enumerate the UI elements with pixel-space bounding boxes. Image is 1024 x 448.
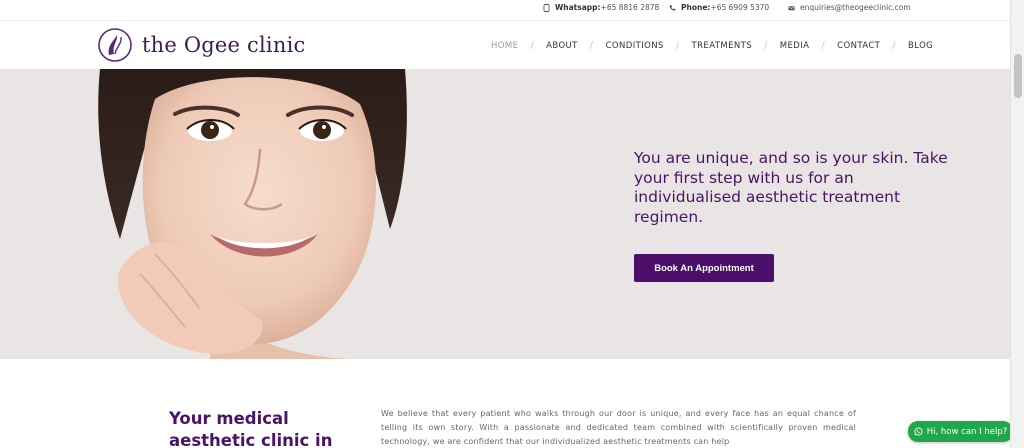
chat-label: Hi, how can I help? (926, 426, 1008, 437)
nav-contact[interactable]: CONTACT (837, 41, 880, 51)
whatsapp-contact[interactable]: Whatsapp: +65 8816 2878 (543, 3, 659, 12)
intro-paragraph: We believe that every patient who walks … (381, 409, 856, 446)
scrollbar-thumb[interactable] (1014, 54, 1022, 98)
intro-heading: Your medical aesthetic clinic in (169, 409, 333, 448)
page-scrollbar[interactable] (1010, 0, 1024, 448)
nav-conditions[interactable]: CONDITIONS (606, 41, 664, 51)
mobile-phone-icon (543, 3, 550, 12)
email-address: enquiries@theogeeclinic.com (800, 3, 911, 12)
ogee-logo-icon (98, 28, 132, 62)
brand-name: the Ogee clinic (142, 33, 306, 57)
envelope-icon (788, 5, 795, 10)
phone-icon (669, 4, 676, 11)
site-logo[interactable]: the Ogee clinic (97, 27, 305, 63)
hero-portrait-image (98, 69, 407, 359)
nav-separator: / (589, 40, 594, 51)
email-contact[interactable]: enquiries@theogeeclinic.com (788, 3, 911, 12)
nav-separator: / (675, 40, 680, 51)
main-nav: HOME / ABOUT / CONDITIONS / TREATMENTS /… (491, 40, 933, 51)
phone-number: +65 6909 5370 (710, 3, 770, 12)
nav-blog[interactable]: BLOG (908, 41, 933, 51)
book-appointment-button[interactable]: Book An Appointment (634, 254, 774, 282)
whatsapp-number: +65 8816 2878 (600, 3, 660, 12)
nav-treatments[interactable]: TREATMENTS (692, 41, 752, 51)
whatsapp-icon (914, 427, 923, 436)
nav-media[interactable]: MEDIA (780, 41, 810, 51)
nav-separator: / (764, 40, 768, 51)
nav-home[interactable]: HOME (491, 41, 518, 51)
nav-separator: / (892, 40, 897, 51)
whatsapp-label: Whatsapp: (555, 3, 601, 12)
whatsapp-chat-button[interactable]: Hi, how can I help? (908, 421, 1013, 442)
hero-headline: You are unique, and so is your skin. Tak… (634, 149, 948, 226)
top-contact-bar: Whatsapp: +65 8816 2878 Phone: +65 6909 53… (0, 0, 1010, 20)
hero-banner: You are unique, and so is your skin. Tak… (0, 69, 1010, 359)
nav-separator: / (530, 40, 535, 51)
phone-label: Phone: (681, 3, 711, 12)
nav-separator: / (821, 40, 826, 51)
site-header: the Ogee clinic HOME / ABOUT / CONDITION… (0, 20, 1010, 69)
nav-about[interactable]: ABOUT (546, 41, 578, 51)
phone-contact[interactable]: Phone: +65 6909 5370 (669, 3, 769, 12)
